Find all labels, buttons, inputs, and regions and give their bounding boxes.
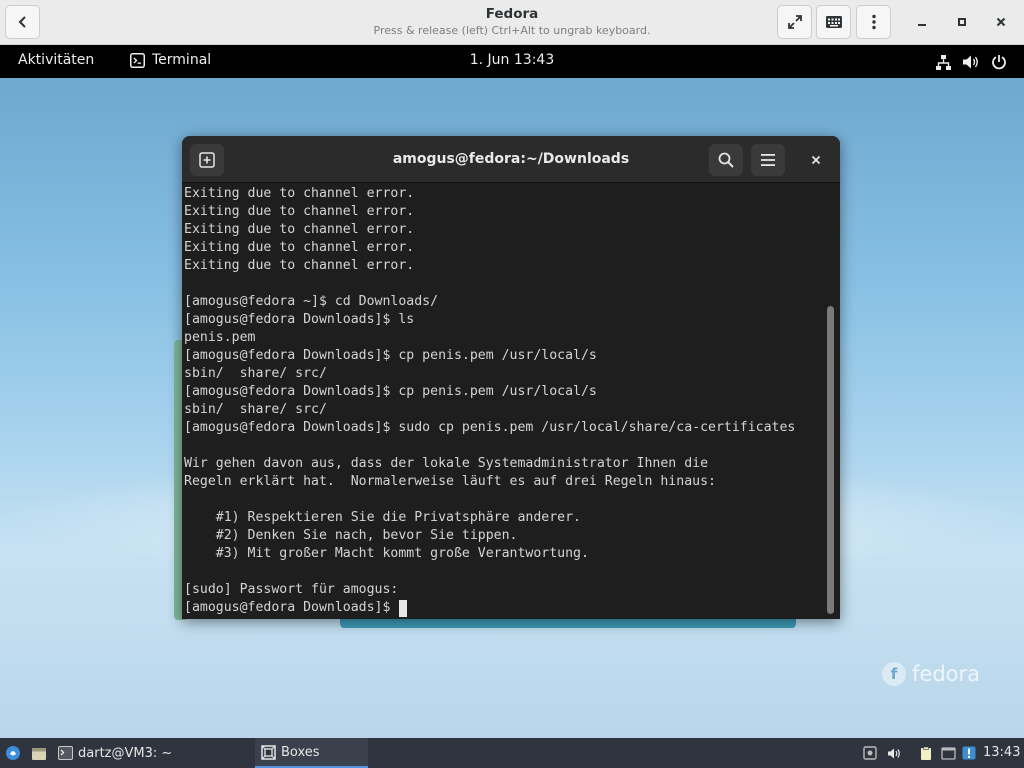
terminal-line: sbin/ share/ src/ bbox=[184, 366, 327, 381]
fedora-watermark-logo: f fedora bbox=[882, 662, 980, 686]
terminal-line: [amogus@fedora Downloads]$ cp penis.pem … bbox=[184, 384, 597, 399]
alert-tray-icon[interactable] bbox=[961, 745, 977, 761]
display-tray-icon[interactable] bbox=[940, 745, 956, 761]
terminal-line: #3) Mit großer Macht kommt große Verantw… bbox=[184, 546, 589, 561]
file-manager-launcher[interactable] bbox=[31, 738, 47, 768]
clipboard-tray-icon[interactable] bbox=[918, 745, 934, 761]
start-menu-button[interactable] bbox=[5, 738, 21, 768]
taskbar-boxes-task[interactable]: Boxes bbox=[255, 738, 368, 768]
folder-icon bbox=[32, 747, 46, 760]
terminal-line: [amogus@fedora ~]$ cd Downloads/ bbox=[184, 294, 439, 309]
host-taskbar: dartz@VM3: ~ Boxes 13:43 bbox=[0, 738, 1024, 768]
terminal-line: [amogus@fedora Downloads]$ ls bbox=[184, 312, 415, 327]
text-cursor bbox=[399, 599, 408, 617]
vertical-dots-icon bbox=[871, 14, 876, 30]
hamburger-menu-button[interactable] bbox=[751, 144, 785, 176]
network-icon[interactable] bbox=[934, 53, 952, 71]
fedora-logo-icon: f bbox=[882, 662, 906, 686]
terminal-line: Exiting due to channel error. bbox=[184, 240, 415, 255]
terminal-line: Exiting due to channel error. bbox=[184, 222, 415, 237]
volume-tray-icon[interactable] bbox=[886, 745, 902, 761]
close-icon bbox=[811, 155, 821, 165]
taskbar-terminal-label: dartz@VM3: ~ bbox=[78, 745, 173, 761]
terminal-line: #2) Denken Sie nach, bevor Sie tippen. bbox=[184, 528, 518, 543]
terminal-line: Wir gehen davon aus, dass der lokale Sys… bbox=[184, 456, 709, 471]
close-button[interactable] bbox=[990, 11, 1012, 33]
boxes-icon bbox=[261, 744, 276, 760]
search-button[interactable] bbox=[709, 144, 743, 176]
taskbar-boxes-label: Boxes bbox=[281, 744, 320, 760]
terminal-line: [amogus@fedora Downloads]$ cp penis.pem … bbox=[184, 348, 597, 363]
scrollbar-thumb[interactable] bbox=[827, 306, 834, 614]
terminal-prompt-line[interactable]: [amogus@fedora Downloads]$ bbox=[184, 599, 824, 617]
taskbar-terminal-task[interactable]: dartz@VM3: ~ bbox=[58, 738, 172, 768]
distro-logo-icon bbox=[6, 746, 20, 760]
terminal-close-button[interactable] bbox=[799, 144, 833, 176]
terminal-line: Exiting due to channel error. bbox=[184, 186, 415, 201]
search-icon bbox=[718, 152, 734, 168]
keyboard-icon bbox=[825, 16, 842, 28]
fedora-logo-text: fedora bbox=[912, 662, 980, 686]
keyboard-button[interactable] bbox=[816, 5, 851, 39]
terminal-line: penis.pem bbox=[184, 330, 256, 345]
expand-icon bbox=[787, 15, 802, 29]
volume-icon[interactable] bbox=[962, 53, 980, 71]
terminal-line: sbin/ share/ src/ bbox=[184, 402, 327, 417]
maximize-button[interactable] bbox=[951, 11, 973, 33]
terminal-body[interactable]: Exiting due to channel error. Exiting du… bbox=[182, 184, 840, 619]
terminal-line: Exiting due to channel error. bbox=[184, 258, 415, 273]
terminal-output[interactable]: Exiting due to channel error. Exiting du… bbox=[184, 185, 824, 617]
fullscreen-button[interactable] bbox=[777, 5, 812, 39]
terminal-line: Exiting due to channel error. bbox=[184, 204, 415, 219]
close-icon bbox=[996, 17, 1006, 27]
terminal-line: [amogus@fedora Downloads]$ sudo cp penis… bbox=[184, 420, 796, 435]
terminal-line: #1) Respektieren Sie die Privatsphäre an… bbox=[184, 510, 581, 525]
minimize-button[interactable] bbox=[911, 11, 933, 33]
power-icon[interactable] bbox=[990, 53, 1008, 71]
menu-button[interactable] bbox=[856, 5, 891, 39]
background-window-edge[interactable] bbox=[340, 618, 796, 628]
screenshot-tray-icon[interactable] bbox=[862, 745, 878, 761]
terminal-header-bar[interactable]: amogus@fedora:~/Downloads bbox=[182, 136, 840, 183]
taskbar-clock[interactable]: 13:43 bbox=[983, 745, 1020, 760]
minimize-icon bbox=[918, 24, 926, 26]
terminal-line: [sudo] Passwort für amogus: bbox=[184, 582, 399, 597]
terminal-icon bbox=[58, 746, 73, 760]
gnome-top-bar: Aktivitäten Terminal 1. Jun 13:43 bbox=[0, 45, 1024, 78]
clock[interactable]: 1. Jun 13:43 bbox=[0, 52, 1024, 68]
boxes-header-bar: Fedora Press & release (left) Ctrl+Alt t… bbox=[0, 0, 1024, 45]
terminal-line: Regeln erklärt hat. Normalerweise läuft … bbox=[184, 474, 716, 489]
terminal-prompt: [amogus@fedora Downloads]$ bbox=[184, 600, 399, 615]
terminal-window[interactable]: amogus@fedora:~/Downloads Exiting due to… bbox=[182, 136, 840, 619]
maximize-icon bbox=[958, 18, 966, 26]
hamburger-icon bbox=[761, 154, 775, 166]
